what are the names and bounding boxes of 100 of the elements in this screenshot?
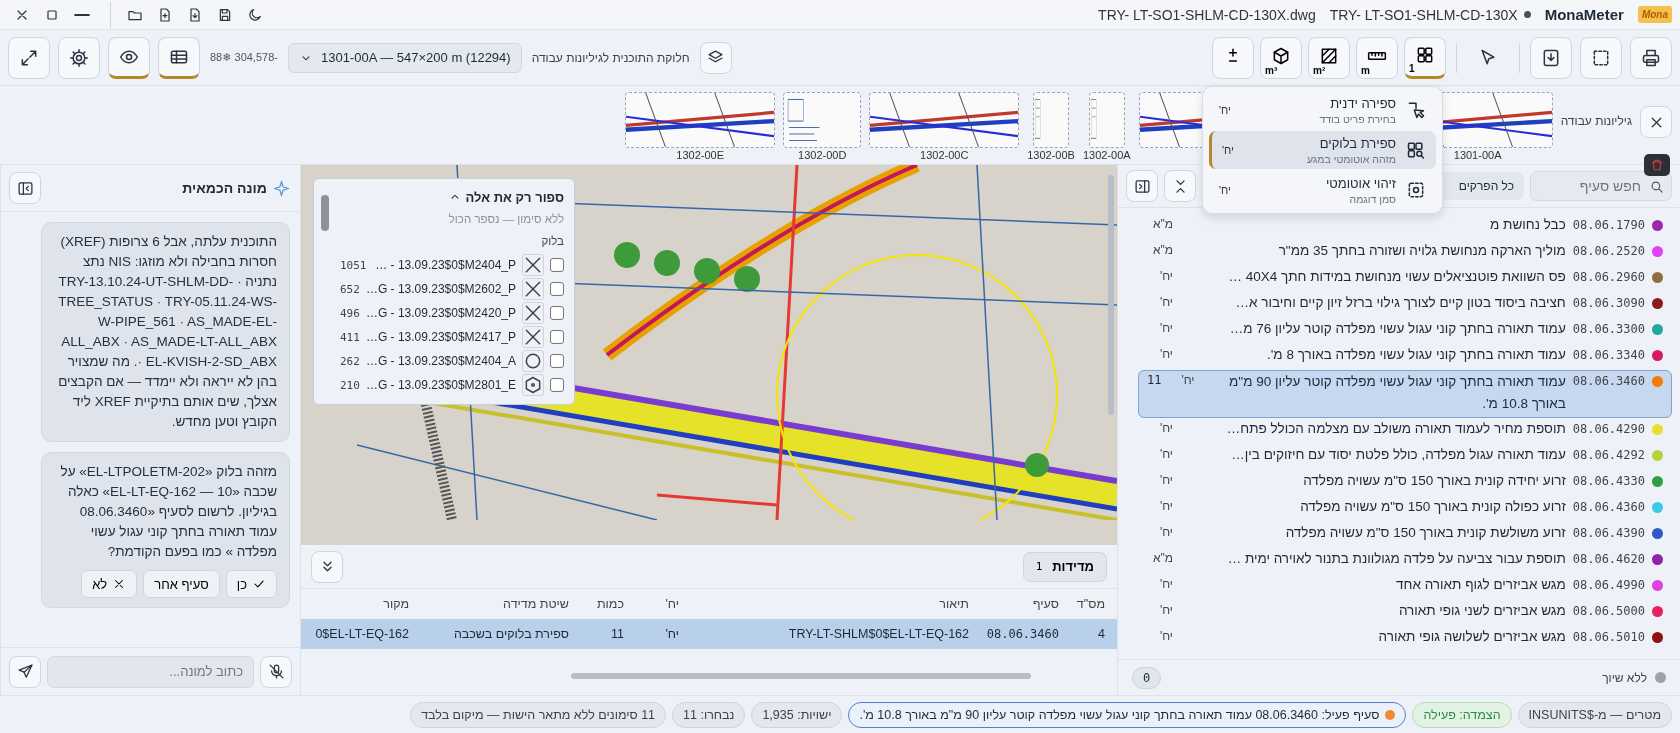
send-button[interactable]: [9, 655, 41, 688]
column-header: שיטת מדידה: [502, 597, 569, 611]
filter-hint: ללא סימון — נספר הכול: [447, 213, 564, 225]
confirm-button[interactable]: כן: [225, 570, 277, 598]
sheet-thumbnail[interactable]: [1088, 92, 1125, 148]
target-icon: [1406, 180, 1426, 200]
grid-icon: [1415, 45, 1435, 65]
message-text: התוכנית עלתה, אבל 6 צרופות (XREF) חסרות בחבילה ולא מוזגו: NIS נתצ נתניה · TRY-13.10.24-UT-SHLM-DD-TREE_STATUS · TRY-05.11.24-WS-W-PIPE_561 · AS_MADE-EL-ALL_ABX · AS_MADE-LT-ALL_ABX · EL-KVISH-2-SD_ABX. מה שמצויר בהן לא ייראה ולא יימדד — אם הקבצים אצלך, שים אותם בתיקיית XREF ליד הקובץ וטען מחדש.: [57, 233, 277, 431]
sheet-thumbnail[interactable]: [783, 92, 862, 148]
checkbox[interactable]: [550, 282, 564, 296]
app-logo: Mona: [1637, 6, 1672, 23]
volume-tool-button[interactable]: m³: [1260, 36, 1302, 79]
block-count: 411: [340, 330, 360, 344]
decline-button[interactable]: לא: [81, 570, 138, 598]
pointer-square-icon: [1406, 100, 1426, 120]
scroll-bar[interactable]: [321, 195, 329, 231]
cursor-coordinates: 88❄ 304,578-: [210, 51, 278, 64]
moon-icon: [247, 6, 263, 23]
sheet-label: 1302-00E: [676, 149, 725, 161]
circle-symbol-icon: [523, 351, 543, 371]
layers-button[interactable]: [699, 41, 732, 74]
block-count: 496: [340, 306, 360, 320]
block-name: … - 13.09.23$0$M2404_P: [375, 258, 516, 272]
app-name: MonaMeter: [1544, 6, 1624, 23]
checkbox[interactable]: [550, 306, 564, 320]
search-field[interactable]: חפש סעיף: [1530, 171, 1672, 201]
file-download-icon: [187, 6, 203, 23]
sheet-label: 1302-00D: [798, 149, 847, 161]
status-pill: 11 סימונים ללא מתאר הישות — מיקום בלבד: [410, 701, 667, 728]
column-header: מקור: [382, 597, 409, 611]
send-icon: [16, 663, 34, 680]
status-pill: הצמדה: פעילה: [1412, 701, 1512, 728]
status-pill: ישויות: 1,935: [751, 701, 843, 728]
message-input[interactable]: כתוב למונה...: [47, 655, 254, 688]
microphone-off-icon: [267, 663, 285, 680]
menu-item[interactable]: ספירה ידנית בחירת פריט בודד יח': [1209, 91, 1436, 129]
trash-icon: [1650, 158, 1664, 172]
filter-toggle[interactable]: ספור רק את אלה: [340, 185, 564, 209]
length-tool-button[interactable]: m: [1356, 36, 1398, 79]
column-header: כמות: [595, 597, 624, 611]
eye-button[interactable]: [108, 36, 150, 79]
assistant-title: מונה הכמאית: [182, 180, 267, 196]
select-button[interactable]: [1580, 36, 1622, 79]
expand-button[interactable]: [8, 36, 50, 79]
sheet-select[interactable]: 1301-00A — 547×200 m (12294): [287, 42, 522, 73]
table-button[interactable]: [158, 36, 200, 79]
checkbox[interactable]: [550, 258, 564, 272]
checkbox[interactable]: [550, 330, 564, 344]
sheet-thumbnail[interactable]: [625, 92, 776, 148]
block-name: …G - 13.09.23$0$M2417_P: [365, 330, 516, 344]
scroll-bar[interactable]: [571, 673, 1031, 679]
cross-symbol-icon: [523, 303, 543, 323]
hatched-square-icon: [1319, 46, 1339, 66]
print-button[interactable]: [1630, 36, 1672, 79]
panel-toggle-button[interactable]: [1126, 170, 1158, 202]
close-sheets-button[interactable]: [1640, 106, 1672, 138]
deduct-tool-button[interactable]: [1212, 36, 1254, 79]
microphone-button[interactable]: [260, 655, 292, 688]
delete-button[interactable]: [1644, 154, 1670, 176]
status-dot-icon: [1385, 709, 1396, 720]
message-text: מזהה בלוק «EL-LTPOLETM-202» על שכבה «10 — EL-LT-EQ-162» כאלה בגיליון. לרשום לסעיף «08.06.3460 עמוד תאורה בחתך קוני עגול עשוי מפלדה » כמו בפעם הקודמת?: [59, 463, 277, 561]
sparkle-icon: [273, 179, 290, 197]
checkbox[interactable]: [550, 354, 564, 368]
unassigned-label: ללא שיוך: [1602, 670, 1647, 685]
sheet-label: 1302-00C: [920, 149, 969, 161]
column-header: בלוק: [540, 235, 564, 247]
settings-button[interactable]: [58, 36, 100, 79]
other-item-button[interactable]: סעיף אחר: [143, 570, 220, 598]
file-name: TRY- LT-SO1-SHLM-CD-130X.dwg: [1098, 6, 1316, 23]
sheet-thumbnail[interactable]: [1033, 92, 1070, 148]
status-pill: נבחרו: 11: [672, 701, 746, 728]
area-tool-button[interactable]: m²: [1308, 36, 1350, 79]
minimize-icon: [74, 13, 90, 16]
count-tool-button[interactable]: 1: [1404, 36, 1446, 79]
sheet-label: 1301-00A: [1453, 149, 1502, 161]
document-title: TRY- LT-SO1-SHLM-CD-130X: [1329, 6, 1518, 23]
block-search-icon: [1406, 140, 1426, 160]
block-count: 210: [340, 378, 360, 392]
cross-symbol-icon: [523, 279, 543, 299]
block-count: 1051: [340, 258, 368, 272]
status-pill: מטרים — מ-$INSUNITS: [1517, 701, 1672, 728]
download-button[interactable]: [1530, 36, 1572, 79]
sheets-title: גיליונות עבודה: [1560, 114, 1632, 128]
status-dot-icon: [1655, 672, 1666, 683]
cube-icon: [1271, 46, 1291, 66]
scroll-bar[interactable]: [1108, 175, 1114, 415]
menu-item[interactable]: ספירת בלוקים מזהה אוטומטי במגע יח': [1209, 131, 1436, 169]
collapse-panel-button[interactable]: [311, 550, 343, 583]
panel-toggle-button[interactable]: [9, 172, 41, 204]
settings-icon: [69, 47, 89, 68]
status-pill: סעיף פעיל: 08.06.3460 עמוד תאורה בחתך קוני עגול עשוי מפלדה קוטר עליון 90 מ"מ באורך 10.8 מ'.: [848, 701, 1407, 728]
sheet-thumbnail[interactable]: [869, 92, 1020, 148]
column-header: תיאור: [938, 597, 969, 611]
cross-symbol-icon: [523, 255, 543, 275]
sheet-label: 1302-00B: [1027, 149, 1075, 161]
column-header: סעיף: [1031, 597, 1059, 611]
print-icon: [1641, 47, 1661, 68]
block-name: …G - 13.09.23$0$M2420_P: [365, 306, 516, 320]
checkbox[interactable]: [550, 378, 564, 392]
column-header: מס"ד: [1075, 597, 1105, 611]
